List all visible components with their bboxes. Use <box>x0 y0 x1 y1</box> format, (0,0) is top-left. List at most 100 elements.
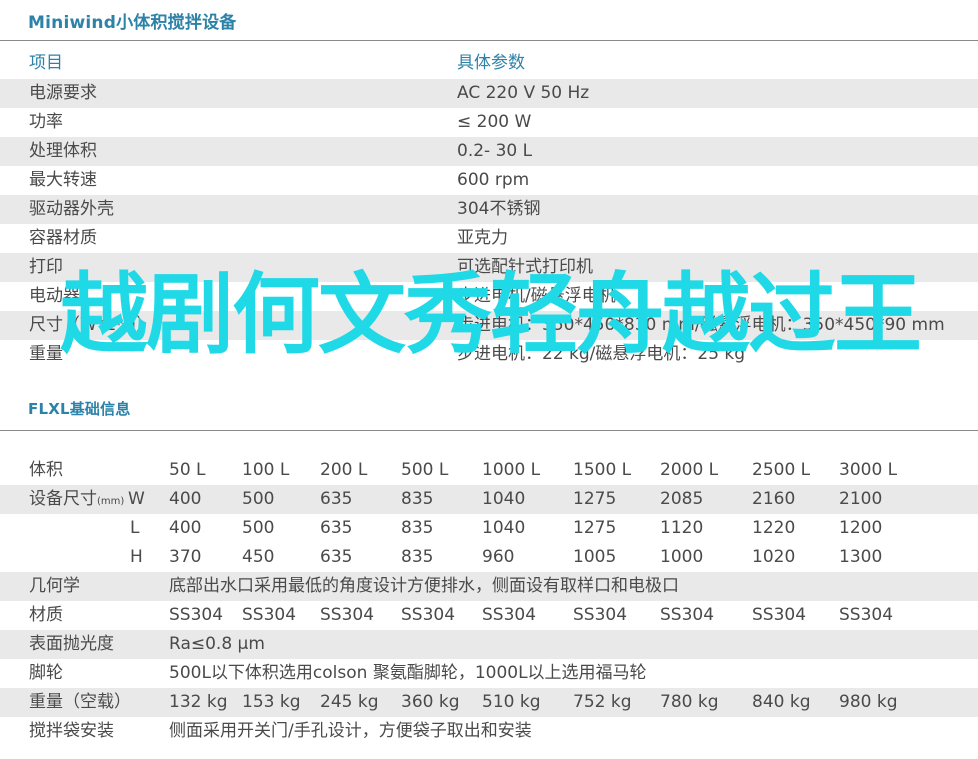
value-cell: 1275 <box>573 489 617 509</box>
row-label: 重量（空载） <box>29 692 131 712</box>
value-cell: 980 kg <box>839 692 898 712</box>
table-row-volume: 体积 50 L 100 L 200 L 500 L 1000 L 1500 L 2000 L… <box>0 456 978 485</box>
value-cell: 1000 L <box>482 460 541 480</box>
value-cell: 1200 <box>839 518 883 538</box>
spec-value: 亚克力 <box>457 228 508 248</box>
spec-value: AC 220 V 50 Hz <box>457 83 590 103</box>
section-title-miniwind: Miniwind小体积搅拌设备 <box>28 13 237 33</box>
value-cell: 2000 L <box>660 460 719 480</box>
spec-label: 驱动器外壳 <box>29 199 114 219</box>
row-label: 脚轮 <box>29 663 63 683</box>
spec-label: 电源要求 <box>29 83 97 103</box>
row-value: 底部出水口采用最低的角度设计方便排水，侧面设有取样口和电极口 <box>169 576 679 596</box>
spec-row: 处理体积 0.2- 30 L <box>0 137 978 166</box>
table-row-polish: 表面抛光度 Ra≤0.8 μm <box>0 630 978 659</box>
column-header-item: 项目 <box>29 53 63 73</box>
value-cell: 1005 <box>573 547 617 567</box>
row-label: 材质 <box>29 605 63 625</box>
row-label: 几何学 <box>29 576 80 596</box>
value-cell: 400 <box>169 489 202 509</box>
value-cell: 835 <box>401 489 434 509</box>
table-row-wheels: 脚轮 500L以下体积选用colson 聚氨酯脚轮，1000L以上选用福马轮 <box>0 659 978 688</box>
value-cell: 2160 <box>752 489 796 509</box>
table-row-geometry: 几何学 底部出水口采用最低的角度设计方便排水，侧面设有取样口和电极口 <box>0 572 978 601</box>
value-cell: 1000 <box>660 547 704 567</box>
row-value: Ra≤0.8 μm <box>169 634 265 654</box>
value-cell: SS304 <box>482 605 537 625</box>
overlay-headline: 越剧何文秀轻舟越过王 <box>59 263 922 366</box>
value-cell: 1220 <box>752 518 796 538</box>
value-cell: 500 <box>242 489 275 509</box>
value-cell: 153 kg <box>242 692 301 712</box>
value-cell: SS304 <box>752 605 807 625</box>
value-cell: 132 kg <box>169 692 228 712</box>
value-cell: SS304 <box>169 605 224 625</box>
section-divider <box>0 40 978 41</box>
spec-label: 最大转速 <box>29 170 97 190</box>
row-label: 表面抛光度 <box>29 634 114 654</box>
value-cell: 500 L <box>401 460 449 480</box>
spec-label: 容器材质 <box>29 228 97 248</box>
value-cell: 360 kg <box>401 692 460 712</box>
value-cell: 100 L <box>242 460 290 480</box>
table-row-size-h: H 370 450 635 835 960 1005 1000 1020 1300 <box>0 543 978 572</box>
spec-row: 功率 ≤ 200 W <box>0 108 978 137</box>
row-label: 设备尺寸(mm) <box>29 489 125 509</box>
value-cell: SS304 <box>320 605 375 625</box>
dimension-label: W <box>128 489 145 509</box>
value-cell: SS304 <box>573 605 628 625</box>
value-cell: 635 <box>320 489 353 509</box>
value-cell: 245 kg <box>320 692 379 712</box>
spec-label: 处理体积 <box>29 141 97 161</box>
value-cell: 1020 <box>752 547 796 567</box>
value-cell: 50 L <box>169 460 206 480</box>
value-cell: 1500 L <box>573 460 632 480</box>
value-cell: 635 <box>320 518 353 538</box>
row-label: 体积 <box>29 460 63 480</box>
table-row-weight: 重量（空载） 132 kg 153 kg 245 kg 360 kg 510 kg 752… <box>0 688 978 717</box>
value-cell: 200 L <box>320 460 368 480</box>
value-cell: 835 <box>401 518 434 538</box>
value-cell: 510 kg <box>482 692 541 712</box>
value-cell: 1040 <box>482 518 526 538</box>
value-cell: 400 <box>169 518 202 538</box>
value-cell: 635 <box>320 547 353 567</box>
value-cell: 3000 L <box>839 460 898 480</box>
table-row-bag: 搅拌袋安装 侧面采用开关门/手孔设计，方便袋子取出和安装 <box>0 717 978 746</box>
value-cell: 752 kg <box>573 692 632 712</box>
value-cell: 1040 <box>482 489 526 509</box>
value-cell: 1300 <box>839 547 883 567</box>
spec-row: 电源要求 AC 220 V 50 Hz <box>0 79 978 108</box>
value-cell: 1120 <box>660 518 704 538</box>
value-cell: SS304 <box>242 605 297 625</box>
value-cell: 370 <box>169 547 202 567</box>
value-cell: 2100 <box>839 489 883 509</box>
table-row-size-w: 设备尺寸(mm) W 400 500 635 835 1040 1275 2085 2160 2… <box>0 485 978 514</box>
row-label: 搅拌袋安装 <box>29 721 114 741</box>
value-cell: 780 kg <box>660 692 719 712</box>
dimension-label: H <box>130 547 143 567</box>
value-cell: 2500 L <box>752 460 811 480</box>
spec-label: 功率 <box>29 112 63 132</box>
section-divider <box>0 430 978 431</box>
value-cell: SS304 <box>839 605 894 625</box>
table-row-material: 材质 SS304 SS304 SS304 SS304 SS304 SS304 SS304 SS… <box>0 601 978 630</box>
value-cell: 450 <box>242 547 275 567</box>
spec-value: 600 rpm <box>457 170 530 190</box>
row-value: 侧面采用开关门/手孔设计，方便袋子取出和安装 <box>169 721 532 741</box>
spec-row: 驱动器外壳 304不锈钢 <box>0 195 978 224</box>
value-cell: 835 <box>401 547 434 567</box>
spec-value: 304不锈钢 <box>457 199 541 219</box>
spec-row: 最大转速 600 rpm <box>0 166 978 195</box>
spec-value: ≤ 200 W <box>457 112 532 132</box>
spec-row: 容器材质 亚克力 <box>0 224 978 253</box>
table-header-row: 项目 具体参数 <box>0 49 978 78</box>
value-cell: 1275 <box>573 518 617 538</box>
value-cell: 500 <box>242 518 275 538</box>
value-cell: SS304 <box>401 605 456 625</box>
table-row-size-l: L 400 500 635 835 1040 1275 1120 1220 1200 <box>0 514 978 543</box>
value-cell: 2085 <box>660 489 704 509</box>
value-cell: SS304 <box>660 605 715 625</box>
dimension-label: L <box>130 518 140 538</box>
value-cell: 960 <box>482 547 515 567</box>
